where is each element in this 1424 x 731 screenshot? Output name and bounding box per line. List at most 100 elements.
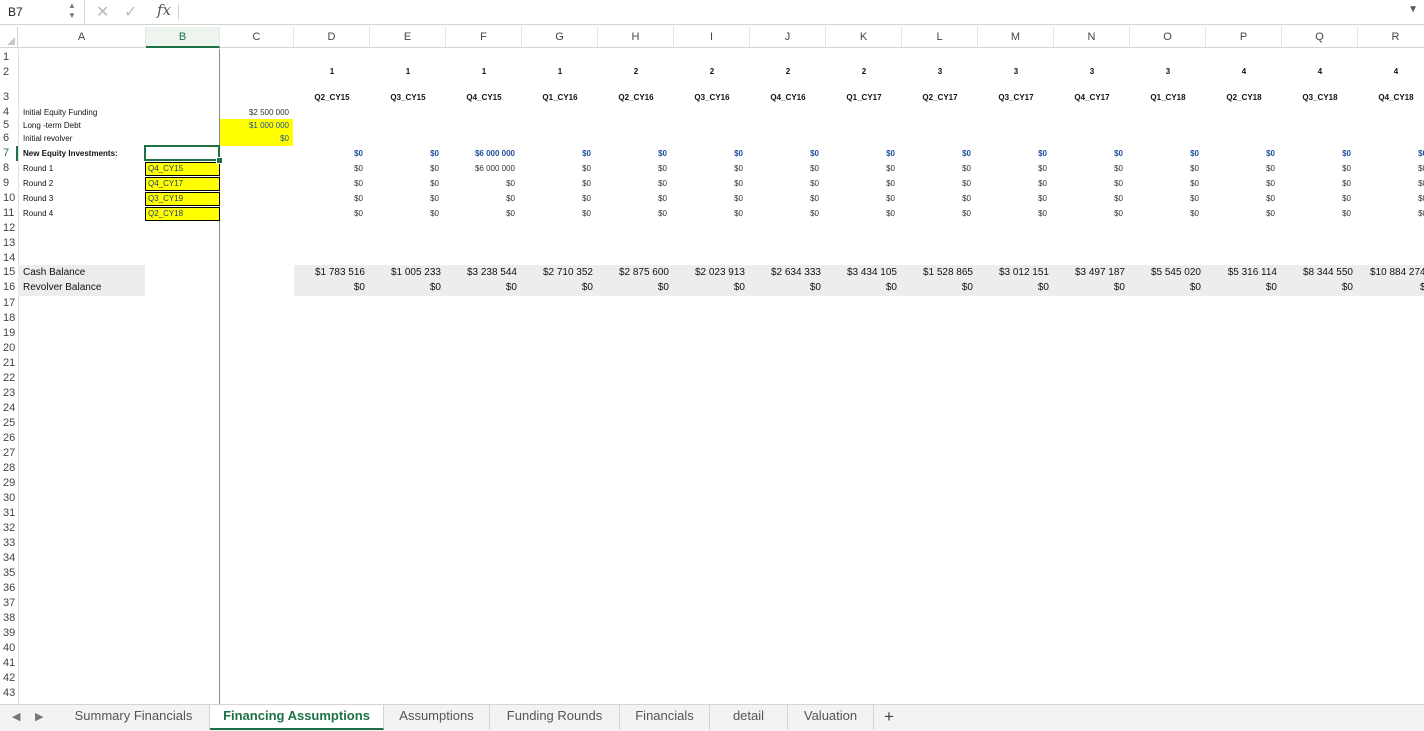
round-3-value-2[interactable]: $0 bbox=[370, 194, 439, 203]
row-header-13[interactable]: 13 bbox=[0, 237, 18, 249]
sheet-tab-financials[interactable]: Financials bbox=[620, 705, 710, 730]
round-2-value-9[interactable]: $0 bbox=[902, 179, 971, 188]
period-label-5[interactable]: Q2_CY16 bbox=[598, 93, 674, 102]
row-header-31[interactable]: 31 bbox=[0, 507, 18, 519]
round-1-value-15[interactable]: $0 bbox=[1358, 164, 1424, 173]
row-header-9[interactable]: 9 bbox=[0, 177, 18, 189]
cash-balance-9[interactable]: $1 528 865 bbox=[902, 267, 973, 278]
round-2-value-14[interactable]: $0 bbox=[1282, 179, 1351, 188]
revolver-balance-3[interactable]: $0 bbox=[446, 282, 517, 293]
round-3-quarter-cell[interactable]: Q3_CY19 bbox=[145, 192, 220, 206]
cash-balance-14[interactable]: $8 344 550 bbox=[1282, 267, 1353, 278]
period-year-7[interactable]: 2 bbox=[750, 67, 826, 76]
round-4-value-7[interactable]: $0 bbox=[750, 209, 819, 218]
round-4-value-5[interactable]: $0 bbox=[598, 209, 667, 218]
round-2-value-5[interactable]: $0 bbox=[598, 179, 667, 188]
new-equity-14[interactable]: $0 bbox=[1282, 149, 1351, 158]
round-1-value-1[interactable]: $0 bbox=[294, 164, 363, 173]
round-1-value-13[interactable]: $0 bbox=[1206, 164, 1275, 173]
period-label-8[interactable]: Q1_CY17 bbox=[826, 93, 902, 102]
revolver-balance-15[interactable]: $0 bbox=[1420, 282, 1424, 293]
fill-handle[interactable] bbox=[216, 157, 223, 164]
column-header-q[interactable]: Q bbox=[1282, 27, 1358, 48]
period-label-6[interactable]: Q3_CY16 bbox=[674, 93, 750, 102]
row-header-15[interactable]: 15 bbox=[0, 266, 18, 278]
new-equity-2[interactable]: $0 bbox=[370, 149, 439, 158]
cash-balance-11[interactable]: $3 497 187 bbox=[1054, 267, 1125, 278]
row-header-37[interactable]: 37 bbox=[0, 597, 18, 609]
round-1-value-9[interactable]: $0 bbox=[902, 164, 971, 173]
row-header-1[interactable]: 1 bbox=[0, 51, 18, 63]
add-sheet-button[interactable]: + bbox=[884, 707, 894, 727]
new-equity-1[interactable]: $0 bbox=[294, 149, 363, 158]
row-header-14[interactable]: 14 bbox=[0, 252, 18, 264]
label-new-equity[interactable]: New Equity Investments: bbox=[23, 149, 118, 158]
round-3-value-5[interactable]: $0 bbox=[598, 194, 667, 203]
new-equity-3[interactable]: $6 000 000 bbox=[446, 149, 515, 158]
column-header-l[interactable]: L bbox=[902, 27, 978, 48]
round-2-value-12[interactable]: $0 bbox=[1130, 179, 1199, 188]
period-year-4[interactable]: 1 bbox=[522, 67, 598, 76]
revolver-balance-2[interactable]: $0 bbox=[370, 282, 441, 293]
row-header-26[interactable]: 26 bbox=[0, 432, 18, 444]
round-3-value-7[interactable]: $0 bbox=[750, 194, 819, 203]
new-equity-8[interactable]: $0 bbox=[826, 149, 895, 158]
sheet-tab-summary-financials[interactable]: Summary Financials bbox=[58, 705, 210, 730]
row-header-41[interactable]: 41 bbox=[0, 657, 18, 669]
period-year-13[interactable]: 4 bbox=[1206, 67, 1282, 76]
period-label-9[interactable]: Q2_CY17 bbox=[902, 93, 978, 102]
row-header-2[interactable]: 2 bbox=[0, 66, 18, 78]
period-label-10[interactable]: Q3_CY17 bbox=[978, 93, 1054, 102]
round-3-value-3[interactable]: $0 bbox=[446, 194, 515, 203]
row-header-23[interactable]: 23 bbox=[0, 387, 18, 399]
sheet-tab-detail[interactable]: detail bbox=[710, 705, 788, 730]
column-header-j[interactable]: J bbox=[750, 27, 826, 48]
cash-balance-5[interactable]: $2 875 600 bbox=[598, 267, 669, 278]
period-label-7[interactable]: Q4_CY16 bbox=[750, 93, 826, 102]
new-equity-6[interactable]: $0 bbox=[674, 149, 743, 158]
row-header-38[interactable]: 38 bbox=[0, 612, 18, 624]
column-header-b[interactable]: B bbox=[146, 27, 220, 48]
period-year-1[interactable]: 1 bbox=[294, 67, 370, 76]
column-header-m[interactable]: M bbox=[978, 27, 1054, 48]
period-year-9[interactable]: 3 bbox=[902, 67, 978, 76]
row-header-24[interactable]: 24 bbox=[0, 402, 18, 414]
cash-balance-13[interactable]: $5 316 114 bbox=[1206, 267, 1277, 278]
round-4-value-4[interactable]: $0 bbox=[522, 209, 591, 218]
column-header-d[interactable]: D bbox=[294, 27, 370, 48]
revolver-balance-5[interactable]: $0 bbox=[598, 282, 669, 293]
initial-revolver-value[interactable]: $0 bbox=[220, 132, 293, 146]
row-header-43[interactable]: 43 bbox=[0, 687, 18, 699]
row-header-8[interactable]: 8 bbox=[0, 162, 18, 174]
revolver-balance-11[interactable]: $0 bbox=[1054, 282, 1125, 293]
revolver-balance-9[interactable]: $0 bbox=[902, 282, 973, 293]
label-initial-equity[interactable]: Initial Equity Funding bbox=[23, 108, 97, 117]
round-2-value-8[interactable]: $0 bbox=[826, 179, 895, 188]
row-header-30[interactable]: 30 bbox=[0, 492, 18, 504]
row-header-19[interactable]: 19 bbox=[0, 327, 18, 339]
round-3-value-4[interactable]: $0 bbox=[522, 194, 591, 203]
round-3-value-15[interactable]: $0 bbox=[1358, 194, 1424, 203]
column-header-h[interactable]: H bbox=[598, 27, 674, 48]
row-header-33[interactable]: 33 bbox=[0, 537, 18, 549]
label-initial-revolver[interactable]: Initial revolver bbox=[23, 134, 72, 143]
confirm-edit-icon[interactable]: ✓ bbox=[124, 2, 137, 22]
cancel-edit-icon[interactable]: ✕ bbox=[96, 2, 109, 22]
cash-balance-6[interactable]: $2 023 913 bbox=[674, 267, 745, 278]
round-1-value-5[interactable]: $0 bbox=[598, 164, 667, 173]
round-2-value-6[interactable]: $0 bbox=[674, 179, 743, 188]
cash-balance-10[interactable]: $3 012 151 bbox=[978, 267, 1049, 278]
cash-balance-4[interactable]: $2 710 352 bbox=[522, 267, 593, 278]
cash-balance-7[interactable]: $2 634 333 bbox=[750, 267, 821, 278]
sheet-tab-valuation[interactable]: Valuation bbox=[788, 705, 874, 730]
row-header-18[interactable]: 18 bbox=[0, 312, 18, 324]
period-year-6[interactable]: 2 bbox=[674, 67, 750, 76]
round-1-value-6[interactable]: $0 bbox=[674, 164, 743, 173]
column-header-e[interactable]: E bbox=[370, 27, 446, 48]
revolver-balance-8[interactable]: $0 bbox=[826, 282, 897, 293]
round-1-value-14[interactable]: $0 bbox=[1282, 164, 1351, 173]
prev-sheet-icon[interactable]: ◀ bbox=[12, 710, 20, 723]
period-label-3[interactable]: Q4_CY15 bbox=[446, 93, 522, 102]
active-cell-selection[interactable] bbox=[144, 145, 220, 161]
cash-balance-1[interactable]: $1 783 516 bbox=[294, 267, 365, 278]
